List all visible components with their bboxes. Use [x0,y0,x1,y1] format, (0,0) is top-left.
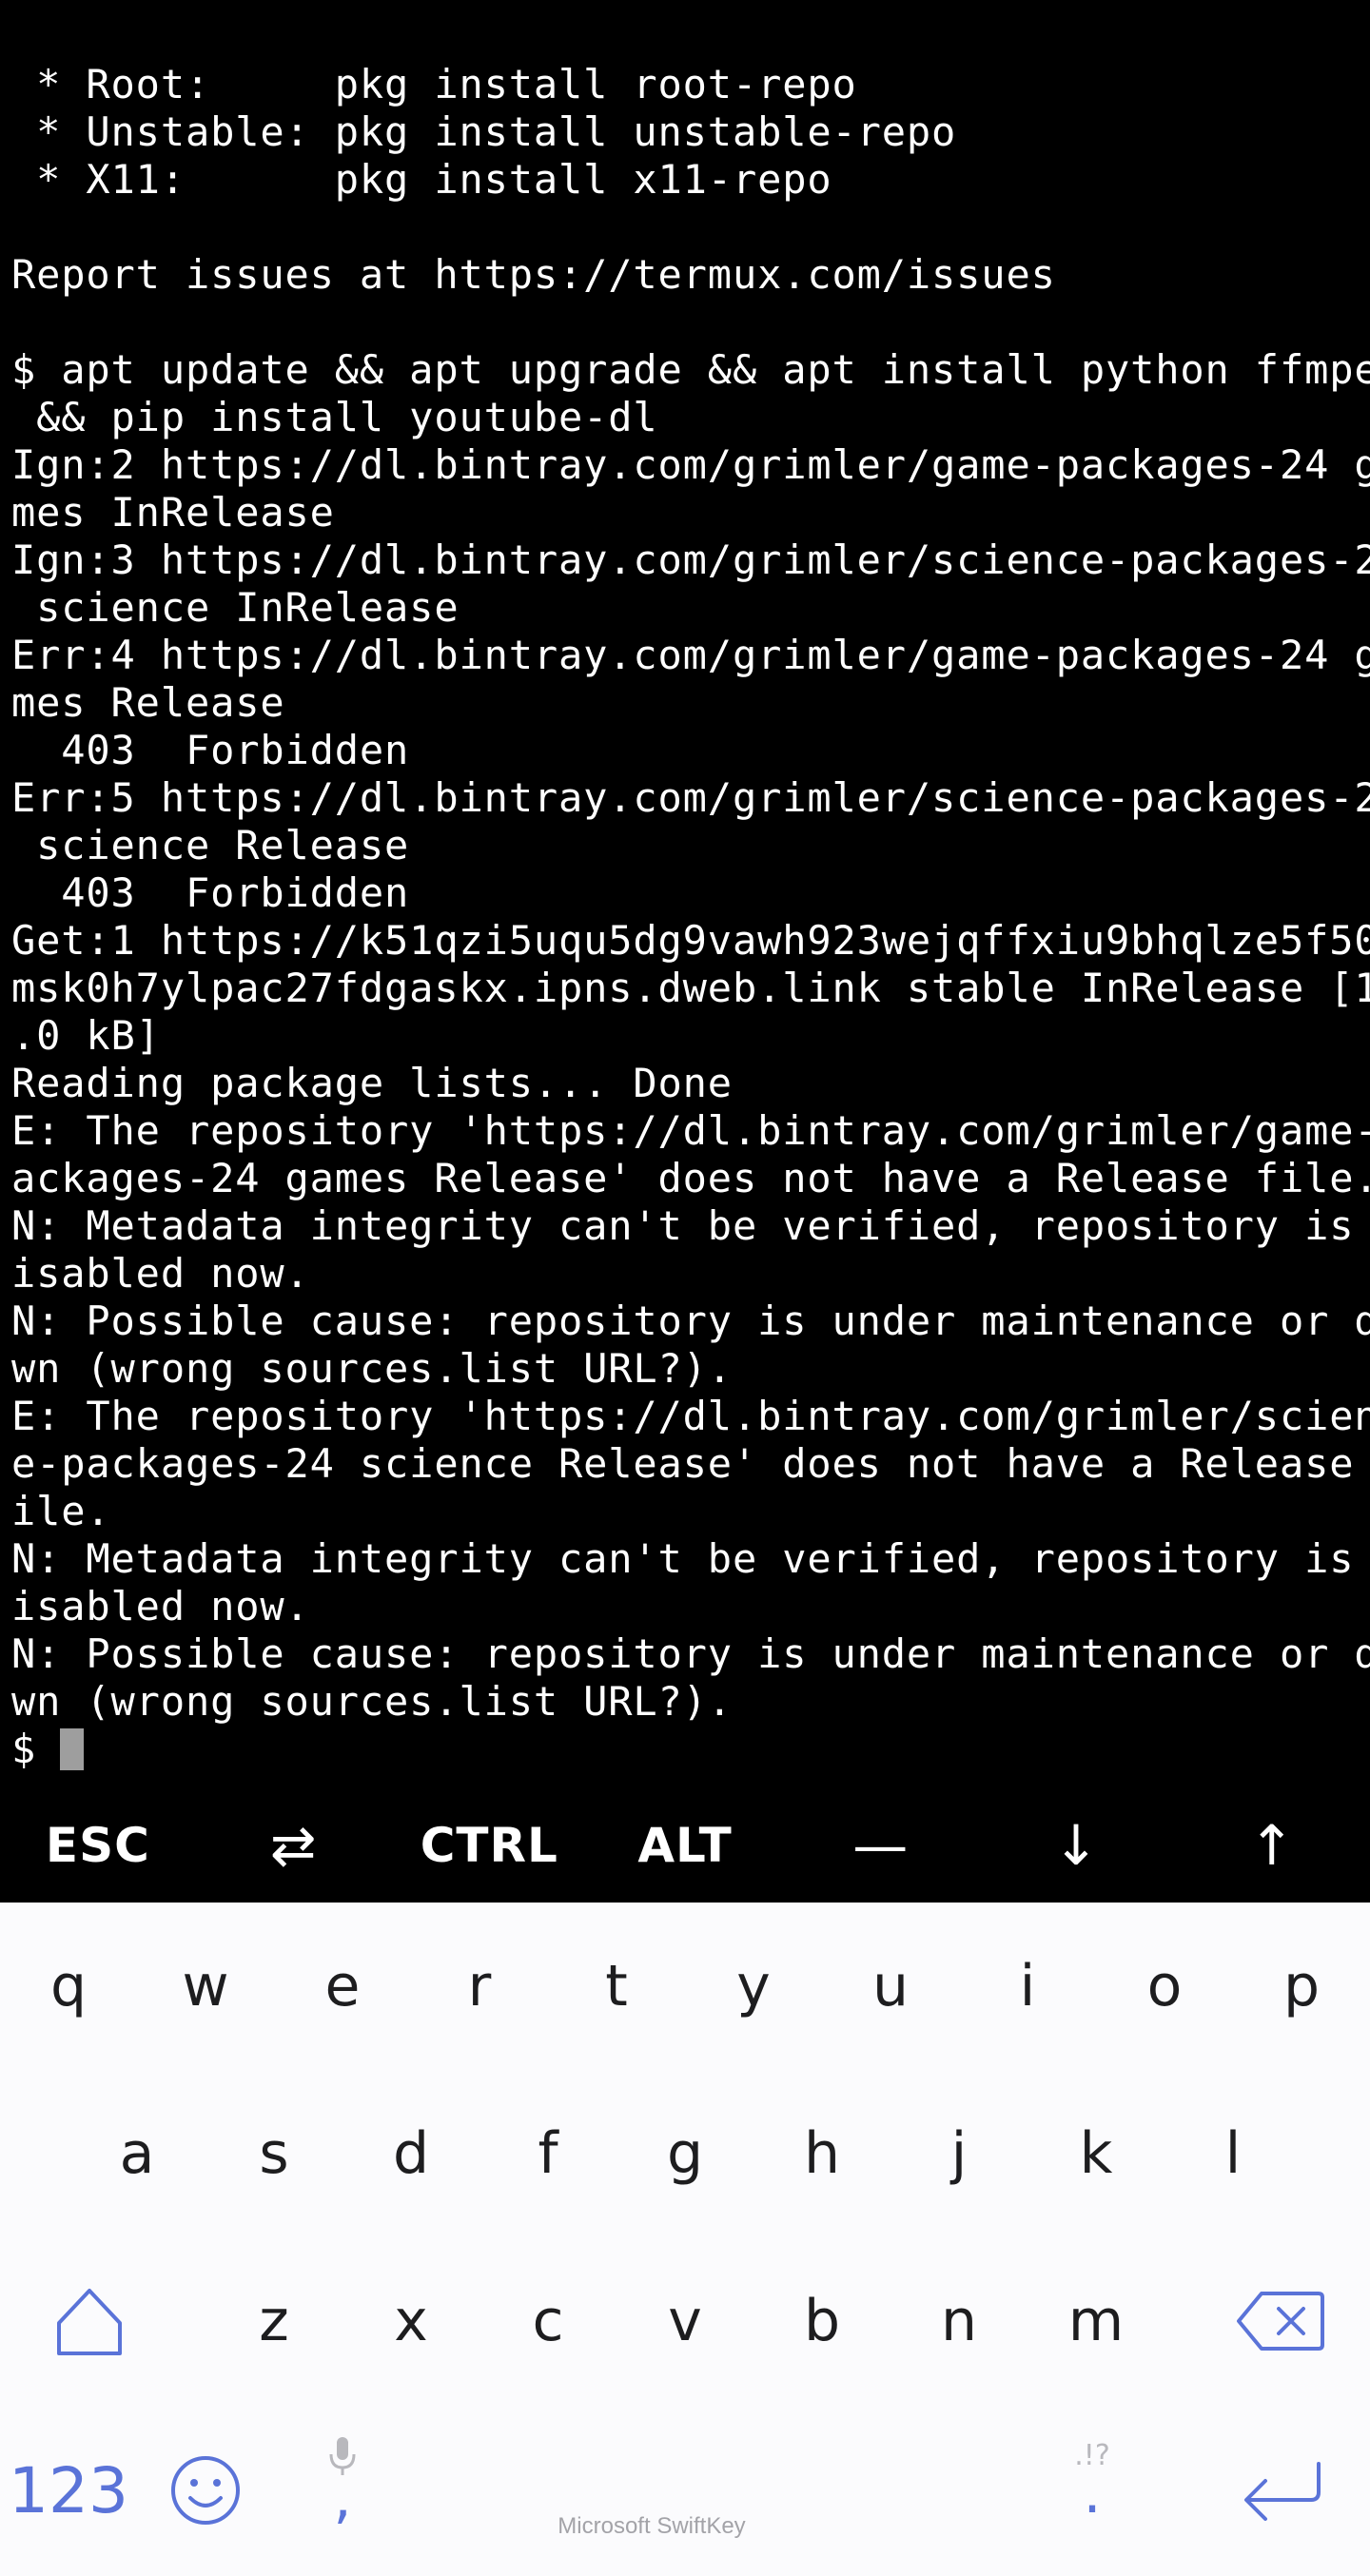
terminal-line: ile. [11,1488,111,1534]
comma-key[interactable]: , [274,2405,411,2576]
key-u[interactable]: u [822,1903,959,2070]
dash-key[interactable]: — [783,1788,979,1903]
terminal-line: N: Possible cause: repository is under m… [11,1630,1370,1677]
key-o[interactable]: o [1096,1903,1233,2070]
key-f[interactable]: f [480,2070,616,2237]
terminal-view[interactable]: * Root: pkg install root-repo * Unstable… [0,0,1370,1788]
key-x[interactable]: x [342,2237,480,2405]
terminal-line: * Root: pkg install root-repo [11,61,857,107]
key-m[interactable]: m [1028,2237,1164,2405]
prompt-symbol: $ [11,1726,37,1772]
emoji-key[interactable] [137,2405,274,2576]
terminal-line: Ign:2 https://dl.bintray.com/grimler/gam… [11,441,1370,488]
terminal-line: 403 Forbidden [11,727,410,773]
keyboard-row-1: qwertyuiop [0,1903,1370,2070]
key-p[interactable]: p [1233,1903,1370,2070]
terminal-line: Get:1 https://k51qzi5uqu5dg9vawh923wejqf… [11,917,1370,964]
key-q[interactable]: q [0,1903,137,2070]
keyboard-brand: Microsoft SwiftKey [558,2513,746,2539]
terminal-line: N: Metadata integrity can't be verified,… [11,1202,1370,1249]
terminal-line: isabled now. [11,1250,310,1297]
key-c[interactable]: c [480,2237,616,2405]
terminal-line: mes InRelease [11,489,335,536]
key-w[interactable]: w [137,1903,274,2070]
terminal-line: * Unstable: pkg install unstable-repo [11,108,957,155]
key-k[interactable]: k [1028,2070,1164,2237]
terminal-line: E: The repository 'https://dl.bintray.co… [11,1393,1370,1439]
key-a[interactable]: a [68,2070,206,2237]
terminal-line: N: Possible cause: repository is under m… [11,1298,1370,1344]
keyboard-row-2: asdfghjkl [0,2070,1370,2237]
key-b[interactable]: b [754,2237,890,2405]
terminal-line: 403 Forbidden [11,869,410,916]
soft-keyboard: qwertyuiop asdfghjkl zxcvbnm 123 , .!? .… [0,1903,1370,2576]
shift-icon [57,2289,122,2355]
terminal-line: Report issues at https://termux.com/issu… [11,251,1056,298]
shift-key[interactable] [21,2237,158,2405]
terminal-line: Reading package lists... Done [11,1060,733,1106]
key-s[interactable]: s [206,2070,342,2237]
arrow-up-key[interactable]: ↑ [1174,1788,1370,1903]
terminal-line: ackages-24 games Release' does not have … [11,1155,1370,1201]
key-g[interactable]: g [616,2070,754,2237]
key-z[interactable]: z [206,2237,342,2405]
terminal-line: wn (wrong sources.list URL?). [11,1345,733,1392]
terminal-line: $ apt update && apt upgrade && apt insta… [11,346,1370,393]
key-t[interactable]: t [548,1903,685,2070]
terminal-line: Err:4 https://dl.bintray.com/grimler/gam… [11,632,1370,678]
arrow-down-key[interactable]: ↓ [979,1788,1175,1903]
key-y[interactable]: y [685,1903,822,2070]
key-i[interactable]: i [959,1903,1096,2070]
period-label: . [1083,2459,1102,2527]
text-cursor [60,1728,85,1770]
period-key[interactable]: .!? . [1024,2405,1161,2576]
numbers-key[interactable]: 123 [0,2405,137,2576]
terminal-line: * X11: pkg install x11-repo [11,156,832,203]
terminal-line: e-packages-24 science Release' does not … [11,1440,1370,1487]
terminal-line: isabled now. [11,1583,310,1630]
ctrl-key[interactable]: CTRL [391,1788,587,1903]
key-d[interactable]: d [342,2070,480,2237]
terminal-line: wn (wrong sources.list URL?). [11,1678,733,1725]
key-r[interactable]: r [411,1903,548,2070]
backspace-icon [1237,2292,1324,2351]
tab-key[interactable]: ⇄ [196,1788,392,1903]
terminal-line: Err:5 https://dl.bintray.com/grimler/sci… [11,774,1370,821]
terminal-line: Ign:3 https://dl.bintray.com/grimler/sci… [11,537,1370,583]
comma-label: , [333,2465,352,2531]
key-h[interactable]: h [754,2070,890,2237]
key-j[interactable]: j [890,2070,1028,2237]
terminal-line: mes Release [11,679,285,726]
alt-key[interactable]: ALT [587,1788,783,1903]
key-l[interactable]: l [1164,2070,1302,2237]
keyboard-row-3: zxcvbnm [0,2237,1370,2405]
enter-key[interactable] [1195,2405,1370,2576]
terminal-line: N: Metadata integrity can't be verified,… [11,1535,1370,1582]
terminal-line: && pip install youtube-dl [11,394,658,440]
terminal-line: E: The repository 'https://dl.bintray.co… [11,1107,1370,1154]
terminal-line: msk0h7ylpac27fdgaskx.ipns.dweb.link stab… [11,965,1370,1011]
extra-keys-bar: ESC ⇄ CTRL ALT — ↓ ↑ [0,1788,1370,1903]
backspace-key[interactable] [1212,2237,1349,2405]
key-n[interactable]: n [890,2237,1028,2405]
terminal-output: * Root: pkg install root-repo * Unstable… [11,61,1370,1773]
terminal-line: science Release [11,822,410,868]
key-e[interactable]: e [274,1903,411,2070]
esc-key[interactable]: ESC [0,1788,196,1903]
terminal-line: science InRelease [11,584,460,631]
key-v[interactable]: v [616,2237,754,2405]
keyboard-row-4: 123 , .!? . [0,2405,1370,2576]
space-key[interactable] [411,2405,1024,2576]
terminal-line: .0 kB] [11,1012,161,1059]
prompt-line[interactable]: $ [11,1726,1362,1773]
